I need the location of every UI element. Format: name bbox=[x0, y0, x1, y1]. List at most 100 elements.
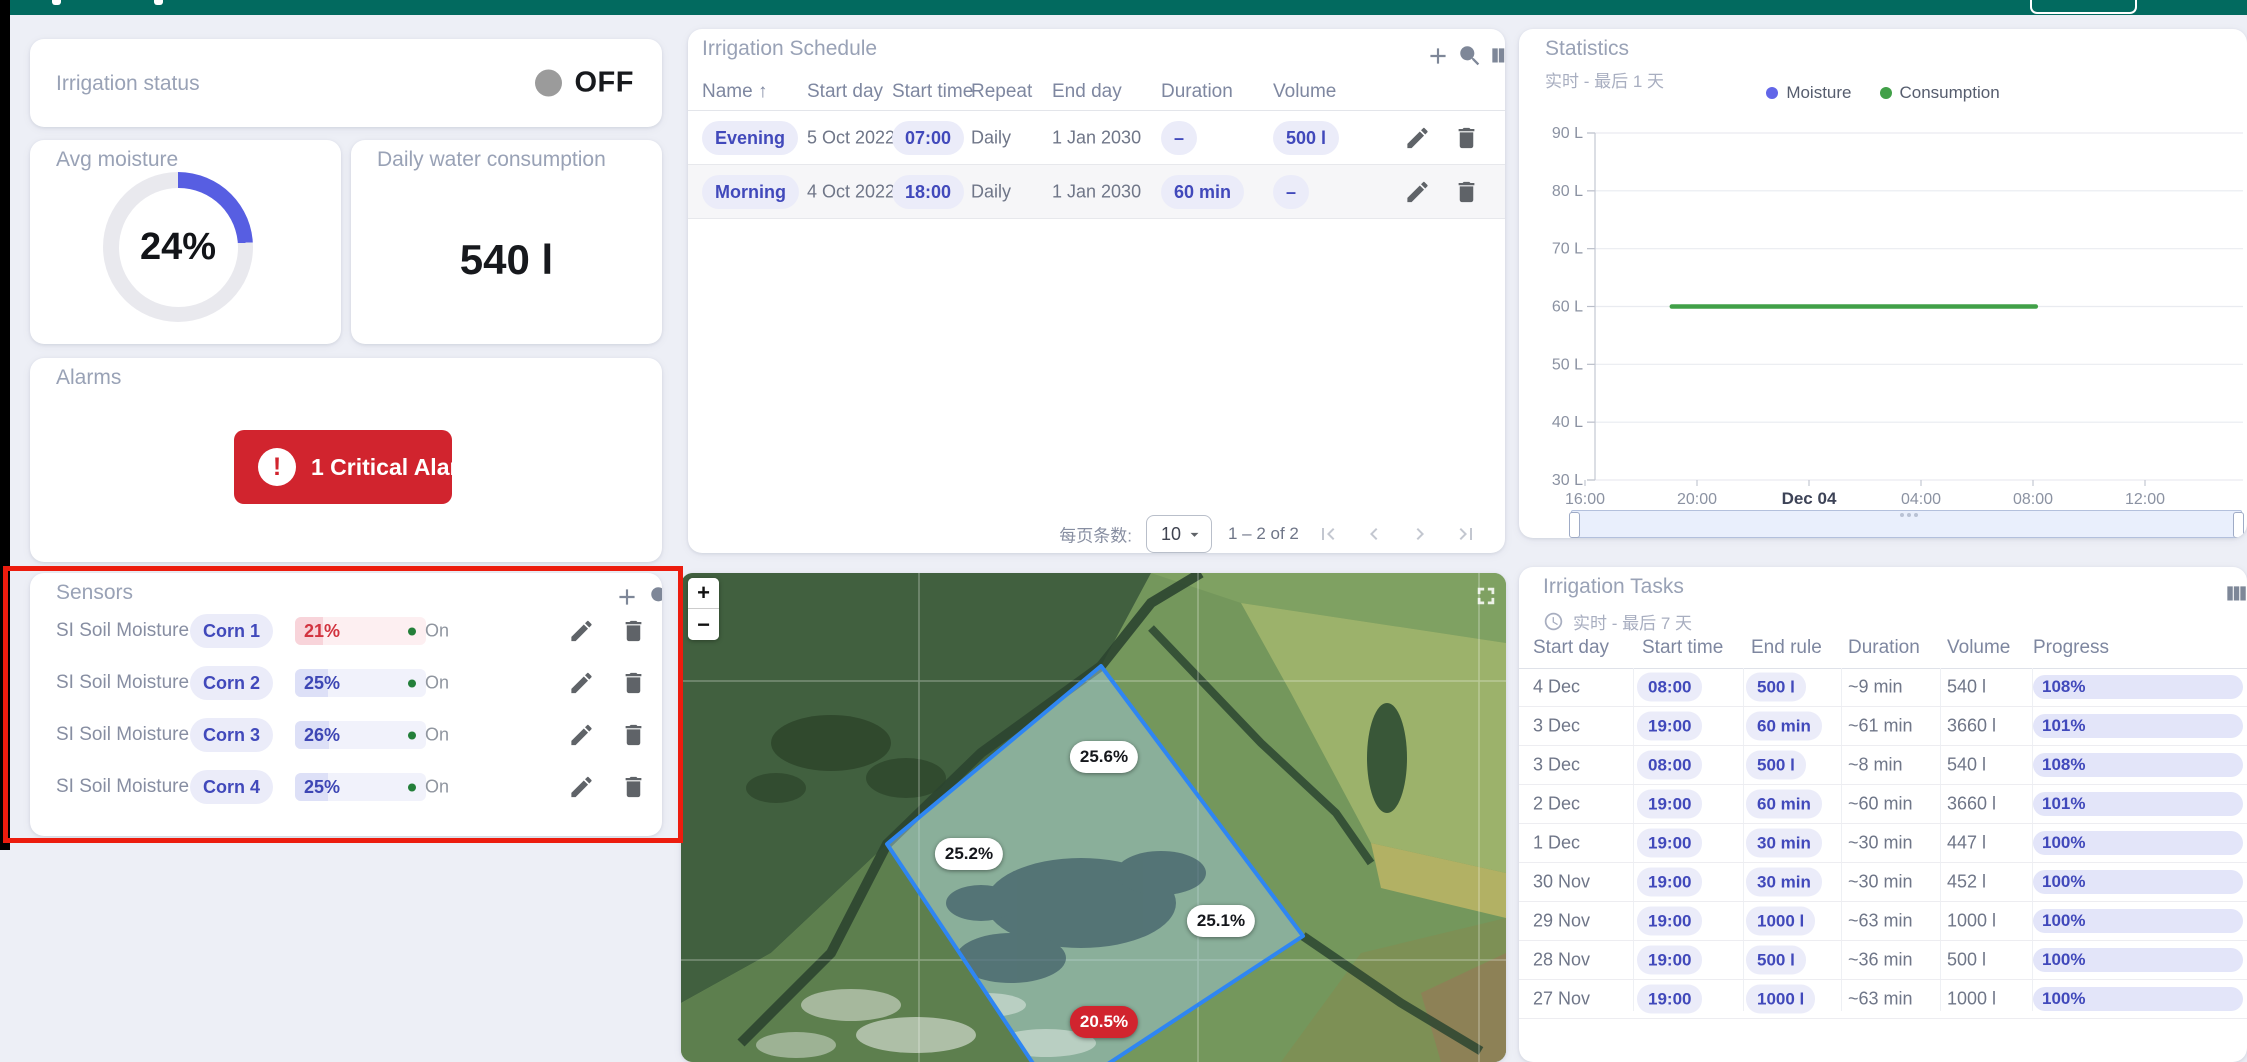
progress-badge: 100% bbox=[2033, 831, 2243, 855]
zoom-in-button[interactable]: + bbox=[688, 578, 719, 609]
svg-text:60 L: 60 L bbox=[1552, 299, 1583, 316]
edit-button[interactable] bbox=[568, 722, 595, 749]
table-header: Name ↑ Start day Start time Repeat End d… bbox=[688, 81, 1505, 111]
progress-badge: 108% bbox=[2033, 753, 2243, 777]
moisture-marker[interactable]: 25.2% bbox=[935, 838, 1003, 870]
repeat: Daily bbox=[971, 181, 1011, 202]
moisture-marker-alert[interactable]: 20.5% bbox=[1070, 1006, 1138, 1038]
sensor-row[interactable]: SI Soil Moisture 8Corn 425%On bbox=[30, 761, 662, 813]
delete-button[interactable] bbox=[1453, 124, 1480, 151]
edit-button[interactable] bbox=[568, 618, 595, 645]
task-row[interactable]: 30 Nov19:0030 min~30 min452 l100% bbox=[1519, 863, 2247, 902]
column-volume[interactable]: Volume bbox=[1273, 81, 1336, 103]
column-start-time[interactable]: Start time bbox=[1642, 637, 1723, 659]
edit-button[interactable] bbox=[568, 670, 595, 697]
columns-icon[interactable] bbox=[2223, 581, 2247, 607]
progress-badge: 100% bbox=[2033, 909, 2243, 933]
start-day: 3 Dec bbox=[1533, 716, 1580, 737]
sensor-name: SI Soil Moisture 6 bbox=[56, 672, 205, 694]
sensor-row[interactable]: SI Soil Moisture 7Corn 326%On bbox=[30, 709, 662, 761]
column-name[interactable]: Name bbox=[702, 81, 753, 103]
delete-button[interactable] bbox=[620, 670, 647, 697]
fullscreen-icon[interactable] bbox=[1475, 585, 1497, 607]
status-dot-icon bbox=[535, 70, 562, 97]
progress-badge: 100% bbox=[2033, 987, 2243, 1011]
sensor-moisture-value: 21% bbox=[295, 617, 426, 645]
svg-text:Dec 04: Dec 04 bbox=[1782, 489, 1837, 508]
column-duration[interactable]: Duration bbox=[1848, 637, 1920, 659]
sensor-tag: Corn 2 bbox=[190, 666, 273, 700]
range-handle-left[interactable] bbox=[1569, 512, 1580, 538]
end-day: 1 Jan 2030 bbox=[1052, 181, 1141, 202]
sensors-list: SI Soil Moisture 5Corn 121%OnSI Soil Moi… bbox=[30, 605, 662, 813]
first-page-icon[interactable] bbox=[1316, 522, 1340, 546]
topbar-button[interactable] bbox=[2030, 0, 2137, 14]
schedule-name: Morning bbox=[702, 175, 799, 209]
sensor-row[interactable]: SI Soil Moisture 6Corn 225%On bbox=[30, 657, 662, 709]
time-range-scrollbar[interactable] bbox=[1571, 510, 2242, 538]
sensor-moisture-value: 26% bbox=[295, 721, 426, 749]
sensor-row[interactable]: SI Soil Moisture 5Corn 121%On bbox=[30, 605, 662, 657]
start-time: 19:00 bbox=[1637, 985, 1702, 1014]
delete-button[interactable] bbox=[620, 618, 647, 645]
panel-title: Irrigation Tasks bbox=[1543, 575, 1684, 599]
edit-button[interactable] bbox=[1404, 124, 1431, 151]
svg-text:12:00: 12:00 bbox=[2125, 491, 2165, 508]
end-rule: 500 l bbox=[1746, 946, 1806, 975]
delete-button[interactable] bbox=[620, 774, 647, 801]
zoom-out-button[interactable]: − bbox=[688, 609, 719, 640]
last-page-icon[interactable] bbox=[1454, 522, 1478, 546]
active-dot-icon bbox=[408, 679, 416, 687]
task-row[interactable]: 28 Nov19:00500 l~36 min500 l100% bbox=[1519, 941, 2247, 980]
sensor-state: On bbox=[408, 725, 449, 746]
volume: 447 l bbox=[1947, 833, 1986, 854]
svg-text:50 L: 50 L bbox=[1552, 356, 1583, 373]
column-end-rule[interactable]: End rule bbox=[1751, 637, 1822, 659]
start-day: 28 Nov bbox=[1533, 950, 1590, 971]
delete-button[interactable] bbox=[620, 722, 647, 749]
critical-alarm-button[interactable]: ! 1 Critical Alarm bbox=[234, 430, 452, 504]
page-size-select[interactable]: 10 bbox=[1146, 515, 1212, 553]
column-duration[interactable]: Duration bbox=[1161, 81, 1233, 103]
task-row[interactable]: 3 Dec19:0060 min~61 min3660 l101% bbox=[1519, 707, 2247, 746]
delete-button[interactable] bbox=[1453, 178, 1480, 205]
range-handle-right[interactable] bbox=[2233, 512, 2244, 538]
task-row[interactable]: 27 Nov19:001000 l~63 min1000 l100% bbox=[1519, 980, 2247, 1019]
column-volume[interactable]: Volume bbox=[1947, 637, 2010, 659]
column-start-day[interactable]: Start day bbox=[1533, 637, 1609, 659]
columns-icon[interactable] bbox=[1488, 43, 1505, 69]
svg-text:90 L: 90 L bbox=[1552, 125, 1583, 142]
column-start-time[interactable]: Start time bbox=[892, 81, 973, 103]
next-page-icon[interactable] bbox=[1408, 522, 1432, 546]
volume: 500 l bbox=[1273, 121, 1339, 155]
task-row[interactable]: 4 Dec08:00500 l~9 min540 l108% bbox=[1519, 668, 2247, 707]
column-end-day[interactable]: End day bbox=[1052, 81, 1122, 103]
schedule-row[interactable]: Evening5 Oct 202207:00Daily1 Jan 2030–50… bbox=[688, 111, 1505, 165]
task-row[interactable]: 29 Nov19:001000 l~63 min1000 l100% bbox=[1519, 902, 2247, 941]
pagination-range: 1 – 2 of 2 bbox=[1228, 524, 1299, 544]
column-progress[interactable]: Progress bbox=[2033, 637, 2109, 659]
edit-button[interactable] bbox=[1404, 178, 1431, 205]
panel-title: Alarms bbox=[56, 366, 121, 390]
moisture-marker[interactable]: 25.1% bbox=[1187, 905, 1255, 937]
schedule-row[interactable]: Morning4 Oct 202218:00Daily1 Jan 203060 … bbox=[688, 165, 1505, 219]
svg-text:16:00: 16:00 bbox=[1565, 491, 1605, 508]
column-start-day[interactable]: Start day bbox=[807, 81, 883, 103]
start-day: 30 Nov bbox=[1533, 872, 1590, 893]
satellite-map[interactable] bbox=[681, 573, 1506, 1062]
sort-arrow-icon: ↑ bbox=[758, 81, 768, 103]
task-row[interactable]: 3 Dec08:00500 l~8 min540 l108% bbox=[1519, 746, 2247, 785]
task-row[interactable]: 1 Dec19:0030 min~30 min447 l100% bbox=[1519, 824, 2247, 863]
task-row[interactable]: 2 Dec19:0060 min~60 min3660 l101% bbox=[1519, 785, 2247, 824]
column-repeat[interactable]: Repeat bbox=[971, 81, 1032, 103]
edit-button[interactable] bbox=[568, 774, 595, 801]
progress-badge: 100% bbox=[2033, 870, 2243, 894]
add-schedule-button[interactable] bbox=[1425, 43, 1451, 69]
duration: ~63 min bbox=[1848, 911, 1913, 932]
previous-page-icon[interactable] bbox=[1362, 522, 1386, 546]
panel-title: Irrigation status bbox=[56, 72, 200, 96]
moisture-marker[interactable]: 25.6% bbox=[1070, 741, 1138, 773]
start-day: 1 Dec bbox=[1533, 833, 1580, 854]
status-value: OFF bbox=[575, 67, 635, 100]
search-icon[interactable] bbox=[1457, 43, 1483, 69]
